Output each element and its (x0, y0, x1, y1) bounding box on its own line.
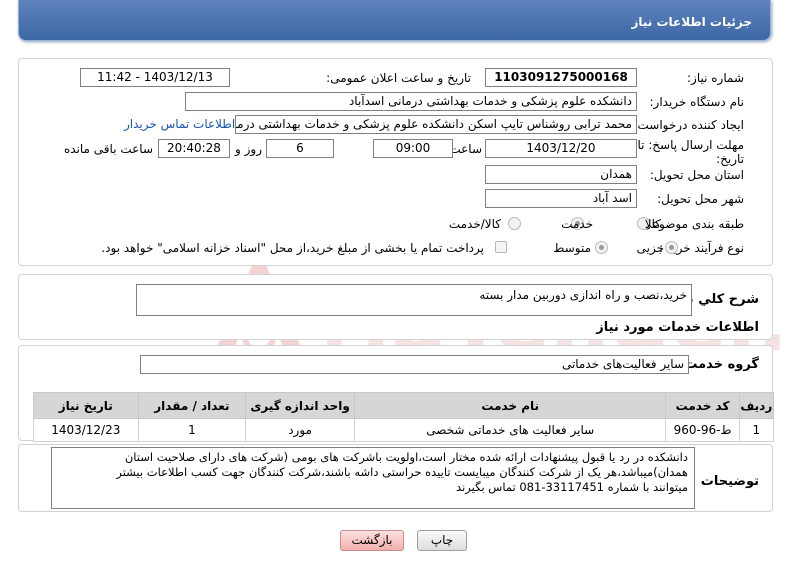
print-button[interactable]: چاپ (417, 530, 467, 551)
deadline-label-1: مهلت ارسال پاسخ: تا (637, 138, 744, 152)
cell-unit: مورد (245, 418, 355, 442)
table-row[interactable]: 1 ط-96-960 سایر فعالیت های خدماتی شخصی م… (33, 418, 775, 442)
col-qty: تعداد / مقدار (137, 392, 247, 419)
info-panel (18, 58, 773, 266)
payment-note: پرداخت تمام یا بخشی از مبلغ خرید،از محل … (101, 241, 484, 255)
col-name: نام خدمت (353, 392, 667, 419)
days-field[interactable]: 6 (266, 139, 334, 158)
notes-line-3: میتوانند با شماره 33117451-081 تماس بگیر… (456, 480, 688, 494)
deadline-date-field[interactable]: 1403/12/20 (485, 139, 637, 158)
service-group-field[interactable]: سایر فعالیت‌های خدماتی (140, 355, 689, 374)
cell-qty: 1 (137, 418, 247, 442)
page-header: جزئیات اطلاعات نیاز (18, 0, 771, 41)
services-table: ردیف کد خدمت نام خدمت واحد اندازه گیری ت… (33, 392, 775, 442)
creator-field[interactable]: محمد ترابی روشناس تایپ اسکن دانشکده علوم… (235, 115, 637, 134)
notes-line-2: همدان)میباشد،هر یک از شرکت کنندگان میبای… (116, 465, 688, 479)
deadline-time-label: ساعت (449, 142, 482, 156)
process-option-minor: جزیی (636, 241, 664, 255)
announce-label: تاریخ و ساعت اعلان عمومی: (326, 71, 471, 85)
col-row: ردیف (738, 392, 775, 419)
cell-date: 1403/12/23 (33, 418, 139, 442)
service-group-label: گروه خدمت: (679, 357, 759, 372)
creator-label: ایجاد کننده درخواست: (633, 118, 744, 132)
remaining-time-field[interactable]: 20:40:28 (158, 139, 230, 158)
buyer-org-label: نام دستگاه خریدار: (649, 95, 745, 109)
category-option-service: خدمت (561, 217, 593, 231)
back-button[interactable]: بازگشت (340, 530, 404, 551)
notes-textarea[interactable]: دانشکده در رد یا قبول پیشنهادات ارائه شد… (51, 447, 695, 509)
col-unit: واحد اندازه گیری (245, 392, 355, 419)
cell-name: سایر فعالیت های خدماتی شخصی (353, 418, 667, 442)
summary-textarea[interactable]: خرید،نصب و راه اندازی دوربین مدار بسته (136, 284, 692, 316)
deadline-label-2: تاریخ: (716, 152, 744, 166)
table-header-row: ردیف کد خدمت نام خدمت واحد اندازه گیری ت… (33, 392, 775, 419)
services-section-title: اطلاعات خدمات مورد نیاز (596, 320, 759, 335)
cell-row: 1 (738, 418, 775, 442)
need-number-field[interactable]: 1103091275000168 (485, 68, 637, 87)
process-radio-medium[interactable] (595, 241, 608, 254)
deadline-time-field[interactable]: 09:00 (373, 139, 453, 158)
category-radio-goods-service[interactable] (508, 217, 521, 230)
page-title: جزئیات اطلاعات نیاز (631, 15, 752, 29)
col-date: تاریخ نیاز (33, 392, 139, 419)
process-option-medium: متوسط (553, 241, 591, 255)
category-option-goods-service: کالا/خدمت (448, 217, 501, 231)
process-radio-minor[interactable] (665, 241, 678, 254)
payment-checkbox[interactable] (495, 241, 507, 253)
notes-line-1: دانشکده در رد یا قبول پیشنهادات ارائه شد… (124, 450, 688, 464)
city-label: شهر محل تحویل: (657, 192, 744, 206)
province-label: استان محل تحویل: (649, 168, 744, 182)
col-code: کد خدمت (665, 392, 740, 419)
category-option-goods: کالا (644, 217, 661, 231)
days-label: روز و (235, 142, 262, 156)
cell-code: ط-96-960 (665, 418, 740, 442)
province-field[interactable]: همدان (485, 165, 637, 184)
need-number-label: شماره نیاز: (687, 71, 744, 85)
remaining-label: ساعت باقی مانده (63, 142, 153, 156)
buyer-contact-link[interactable]: اطلاعات تماس خریدار (124, 117, 235, 131)
buyer-org-field[interactable]: دانشکده علوم پزشکی و خدمات بهداشتی درمان… (185, 92, 637, 111)
announce-field[interactable]: 1403/12/13 - 11:42 (80, 68, 230, 87)
city-field[interactable]: اسد آباد (485, 189, 637, 208)
